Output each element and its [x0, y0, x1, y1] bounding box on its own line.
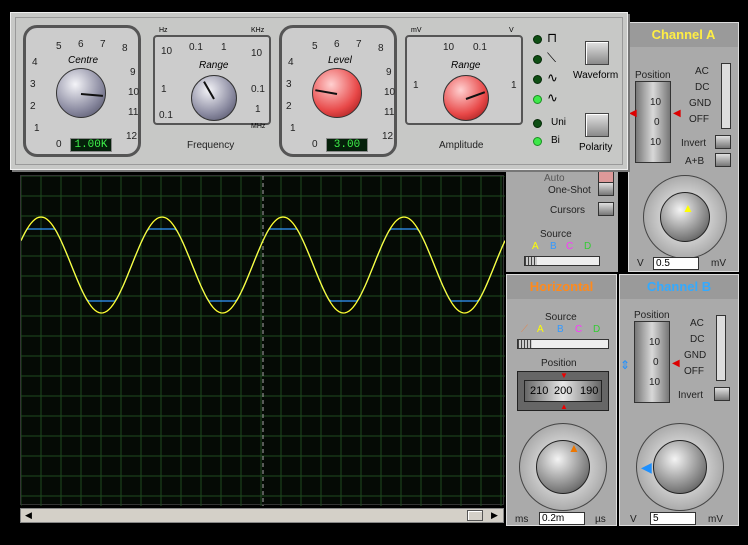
- horizontal-source-slider[interactable]: [517, 339, 609, 349]
- channel-b-invert-label: Invert: [678, 390, 704, 401]
- horizontal-scrollbar[interactable]: ◀ ▶: [20, 508, 504, 523]
- channel-b-position-label: Position: [634, 310, 670, 321]
- centre-label: Centre: [68, 55, 99, 66]
- channel-a-marker-right-icon: ◀: [673, 108, 681, 119]
- channel-b-panel: Channel B Position 10 0 10 ⇕ ◀ AC DC GND…: [619, 274, 739, 526]
- level-label: Level: [328, 55, 352, 66]
- channel-b-mv-label: mV: [708, 514, 723, 525]
- signal-generator-panel: 5 6 7 8 4 9 3 10 2 11 1 12 0 Centre 1.00…: [10, 12, 628, 170]
- v-label: V: [509, 27, 514, 34]
- channel-a-coupling-switch[interactable]: [721, 63, 731, 129]
- horizontal-ms-label: ms: [515, 514, 529, 525]
- channel-a-mv-label: mV: [711, 258, 726, 269]
- channel-a-apb-button[interactable]: [715, 153, 731, 167]
- trigger-auto-label: Auto: [544, 173, 565, 184]
- level-knob[interactable]: [312, 68, 362, 118]
- channel-a-volts-dial[interactable]: ▲: [643, 175, 727, 259]
- channel-b-dc[interactable]: DC: [690, 335, 704, 345]
- channel-a-position-label: Position: [635, 70, 671, 81]
- centre-knob[interactable]: [56, 68, 106, 118]
- channel-a-v-label: V: [637, 258, 644, 269]
- square-wave-icon: ⊓: [547, 30, 558, 45]
- channel-b-coupling-switch[interactable]: [716, 315, 726, 381]
- trigger-oneshot-button[interactable]: [598, 182, 614, 196]
- channel-b-off[interactable]: OFF: [684, 367, 704, 377]
- channel-b-v-label: V: [630, 514, 637, 525]
- channel-a-invert-label: Invert: [681, 138, 707, 149]
- waveform-button[interactable]: [585, 41, 609, 65]
- channel-a-off[interactable]: OFF: [689, 115, 709, 125]
- amplitude-range-knob[interactable]: [443, 75, 489, 121]
- scroll-left-arrow-icon[interactable]: ◀: [25, 511, 32, 520]
- amplitude-range-label: Range: [451, 60, 481, 71]
- oscilloscope-display: [20, 175, 506, 506]
- horizontal-position-label: Position: [541, 358, 577, 369]
- channel-a-panel: Channel A Position 10 0 10 ◀ ◀ AC DC GND…: [628, 22, 739, 272]
- channel-b-volts-input[interactable]: 5: [650, 512, 696, 525]
- horizontal-panel: Horizontal Source ⟋ A B C D Position 210…: [506, 274, 617, 526]
- sawtooth-wave-led[interactable]: [533, 55, 542, 64]
- channel-a-invert-button[interactable]: [715, 135, 731, 149]
- frequency-range-knob[interactable]: [191, 75, 237, 121]
- level-display: 3.00: [326, 138, 368, 152]
- scroll-right-arrow-icon[interactable]: ▶: [491, 511, 498, 520]
- amplitude-range-group: 10 0.1 1 1 Range: [405, 35, 523, 125]
- frequency-range-label: Range: [199, 60, 229, 71]
- bi-label: Bi: [551, 135, 560, 146]
- channel-a-gnd[interactable]: GND: [689, 99, 711, 109]
- channel-a-apb-label: A+B: [685, 156, 705, 167]
- sawtooth-wave-icon: ⟍: [547, 50, 557, 65]
- channel-a-position-slider[interactable]: 10 0 10: [635, 81, 671, 163]
- bi-led[interactable]: [533, 137, 542, 146]
- trigger-panel: Auto One-Shot Cursors Source A B C D: [506, 170, 618, 272]
- channel-b-invert-button[interactable]: [714, 387, 730, 401]
- channel-b-position-slider[interactable]: 10 0 10: [634, 321, 670, 403]
- trigger-oneshot-label: One-Shot: [548, 185, 591, 196]
- horizontal-timebase-input[interactable]: 0.2m: [539, 512, 585, 525]
- channel-b-title: Channel B: [620, 275, 738, 299]
- scroll-thumb[interactable]: [467, 510, 483, 521]
- channel-b-marker-icon: ◀: [672, 358, 680, 369]
- trigger-cursors-label: Cursors: [550, 205, 586, 216]
- channel-a-volts-input[interactable]: 0.5: [653, 257, 699, 270]
- trigger-cursors-button[interactable]: [598, 202, 614, 216]
- channel-b-gnd[interactable]: GND: [684, 351, 706, 361]
- horizontal-timebase-dial[interactable]: ▲: [519, 423, 607, 511]
- trigger-source-label: Source: [540, 229, 572, 240]
- sine-wave-icon: ∿: [547, 90, 558, 105]
- channel-a-ac[interactable]: AC: [695, 67, 709, 77]
- trigger-source-slider[interactable]: [524, 256, 600, 266]
- channel-b-volts-dial[interactable]: ◀: [636, 423, 724, 511]
- polarity-button[interactable]: [585, 113, 609, 137]
- amplitude-label: Amplitude: [439, 140, 484, 151]
- uni-label: Uni: [551, 117, 567, 128]
- mv-label: mV: [411, 27, 422, 34]
- square-wave-led[interactable]: [533, 35, 542, 44]
- mhz-label: MHz: [251, 123, 266, 130]
- scope-graticule: [20, 175, 506, 506]
- frequency-label: Frequency: [187, 140, 235, 151]
- edge-icon: ⟋: [521, 324, 528, 335]
- channel-b-ac[interactable]: AC: [690, 319, 704, 329]
- uni-led[interactable]: [533, 119, 542, 128]
- level-knob-group: 5 6 7 8 4 9 3 10 2 11 1 12 0 Level 3.00: [279, 25, 397, 157]
- horizontal-title: Horizontal: [507, 275, 616, 299]
- channel-a-dc[interactable]: DC: [695, 83, 709, 93]
- sine-wave-led[interactable]: [533, 95, 542, 104]
- khz-label: KHz: [251, 27, 265, 34]
- channel-b-updown-icon: ⇕: [620, 358, 631, 372]
- horizontal-source-label: Source: [545, 312, 577, 323]
- polarity-label: Polarity: [579, 142, 613, 153]
- horizontal-us-label: µs: [595, 514, 606, 525]
- centre-knob-group: 5 6 7 8 4 9 3 10 2 11 1 12 0 Centre 1.00…: [23, 25, 141, 157]
- hz-label: Hz: [159, 27, 168, 34]
- horizontal-position-wheel[interactable]: 210 200 190 ▼ ▲: [517, 371, 609, 411]
- channel-a-title: Channel A: [629, 23, 738, 47]
- centre-display: 1.00K: [70, 138, 112, 152]
- frequency-range-group: 0.1 1 10 1 0.1 10 0.1 1 Range: [153, 35, 271, 125]
- waveform-label: Waveform: [573, 70, 619, 81]
- channel-a-marker-icon: ◀: [629, 108, 637, 119]
- triangle-wave-led[interactable]: [533, 75, 542, 84]
- triangle-wave-icon: ∿: [547, 70, 558, 85]
